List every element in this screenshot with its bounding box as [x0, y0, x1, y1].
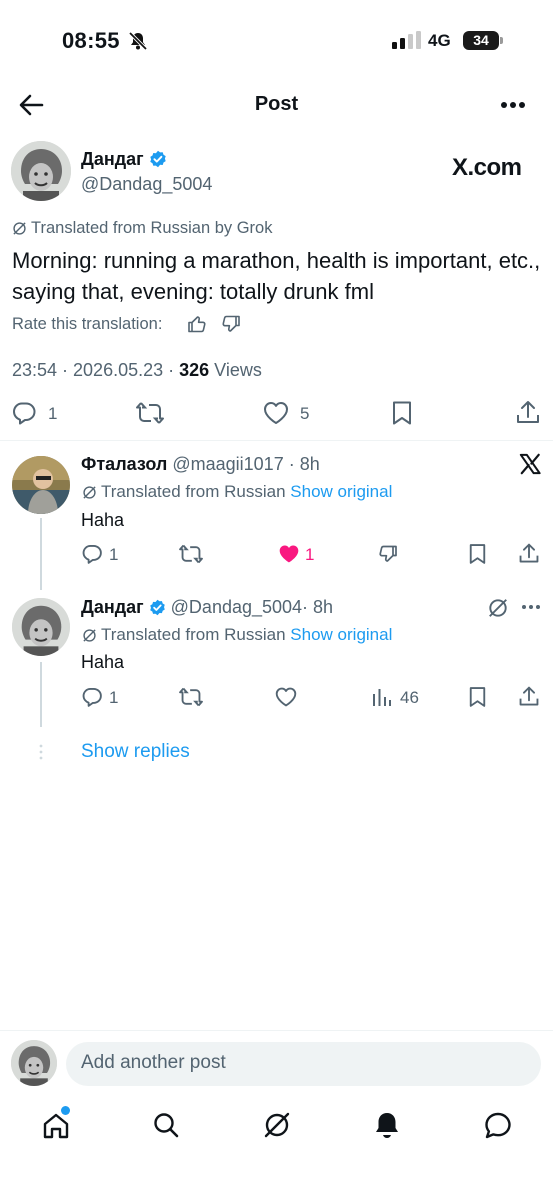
repost-icon[interactable]: [178, 543, 204, 565]
messages-icon[interactable]: [483, 1111, 513, 1141]
divider: [0, 440, 553, 441]
signal-icon: [392, 31, 422, 49]
reply-author-handle[interactable]: @Dandag_5004: [171, 597, 302, 617]
post-meta: 23:54 · 2026.05.23 · 326 Views: [12, 360, 262, 381]
reply-icon[interactable]: [81, 543, 103, 565]
share-icon[interactable]: [518, 685, 540, 708]
thread-line: [40, 662, 42, 727]
show-replies-link[interactable]: Show replies: [81, 741, 190, 763]
avatar[interactable]: [12, 456, 70, 514]
notifications-icon[interactable]: [373, 1110, 401, 1140]
composer-placeholder[interactable]: Add another post: [81, 1052, 226, 1074]
notification-dot: [61, 1106, 70, 1115]
like-icon[interactable]: [262, 400, 290, 426]
more-icon[interactable]: [500, 100, 526, 110]
search-icon[interactable]: [152, 1111, 180, 1139]
repost-icon[interactable]: [178, 686, 204, 708]
avatar[interactable]: [12, 598, 70, 656]
reply-count: 1: [48, 404, 58, 423]
battery-indicator: 34: [463, 31, 499, 50]
page-title: Post: [254, 93, 299, 115]
thumbs-up-icon[interactable]: [186, 313, 208, 335]
grok-icon: [12, 221, 27, 236]
verified-icon: [149, 599, 166, 616]
reply-translation-line: Translated from Russian Show original: [101, 482, 392, 502]
share-icon[interactable]: [518, 542, 540, 565]
show-original-link[interactable]: Show original: [290, 625, 392, 644]
share-icon[interactable]: [515, 399, 541, 426]
reply-author-handle[interactable]: @maagii1017: [172, 454, 283, 474]
thread-line: [40, 518, 42, 590]
grok-icon: [82, 628, 97, 643]
home-icon[interactable]: [41, 1111, 71, 1141]
reply-count: 1: [109, 688, 119, 707]
battery-tip: [500, 37, 503, 44]
x-icon: [519, 453, 541, 475]
like-count: 5: [300, 404, 310, 423]
views-icon[interactable]: [372, 688, 392, 707]
divider: [0, 1030, 553, 1031]
bookmark-icon[interactable]: [468, 543, 487, 565]
reply-translated-note: Translated from Russian: [101, 482, 286, 501]
silent-mode-icon: [128, 31, 148, 51]
reply-icon[interactable]: [11, 400, 37, 426]
bookmark-icon[interactable]: [468, 686, 487, 708]
reply-translated-note: Translated from Russian: [101, 625, 286, 644]
status-time: 08:55: [62, 28, 120, 53]
post-timestamp: 23:54 · 2026.05.23 ·: [12, 360, 180, 380]
views-label: Views: [209, 360, 262, 380]
reply-time: · 8h: [302, 597, 334, 617]
reply-author-line: Дандаг @Dandag_5004· 8h: [81, 597, 333, 618]
thumbs-down-icon[interactable]: [377, 543, 399, 565]
grok-icon: [82, 485, 97, 500]
avatar: [11, 1040, 57, 1086]
reply-translation-line: Translated from Russian Show original: [101, 625, 392, 645]
author-name[interactable]: Дандаг: [81, 149, 144, 169]
views-count: 326: [179, 360, 210, 380]
grok-nav-icon[interactable]: [262, 1110, 292, 1140]
show-replies-dots: [38, 744, 44, 760]
x-logo: X.com: [452, 154, 522, 181]
reply-count: 1: [109, 545, 119, 564]
verified-icon: [149, 150, 167, 168]
reply-text: Haha: [81, 652, 125, 672]
more-icon[interactable]: [521, 604, 541, 610]
thumbs-down-icon[interactable]: [220, 313, 242, 335]
like-count: 1: [305, 545, 315, 564]
rate-translation-label: Rate this translation:: [12, 315, 163, 333]
views-count: 46: [400, 688, 419, 707]
reply-author-name[interactable]: Фталазол: [81, 454, 167, 474]
repost-icon[interactable]: [135, 400, 165, 426]
post-text: Morning: running a marathon, health is i…: [12, 248, 541, 304]
network-label: 4G: [428, 31, 451, 50]
avatar[interactable]: [11, 141, 71, 201]
reply-icon[interactable]: [81, 686, 103, 708]
show-original-link[interactable]: Show original: [290, 482, 392, 501]
grok-icon[interactable]: [487, 597, 509, 619]
reply-text: Haha: [81, 510, 125, 530]
reply-author-line: Фталазол @maagii1017 · 8h: [81, 454, 320, 475]
like-icon[interactable]: [274, 686, 298, 708]
author-line: Дандаг: [81, 149, 167, 170]
bookmark-icon[interactable]: [391, 400, 413, 426]
translated-note: Translated from Russian by Grok: [31, 219, 273, 237]
reply-time: · 8h: [288, 454, 320, 474]
author-handle[interactable]: @Dandag_5004: [81, 174, 212, 195]
like-icon-active[interactable]: [277, 543, 301, 565]
reply-author-name[interactable]: Дандаг: [81, 597, 144, 617]
